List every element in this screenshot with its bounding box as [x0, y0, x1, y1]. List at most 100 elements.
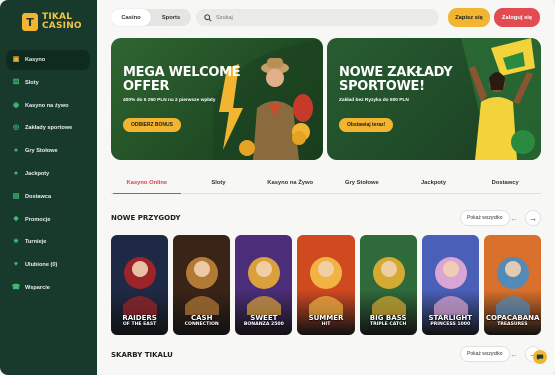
section-title-tikal-treasures: SKARBY TIKALU — [111, 351, 173, 359]
logo[interactable]: T TIKAL CASINO — [22, 13, 82, 31]
sidebar-item-label: Promocje — [25, 216, 51, 223]
sidebar-item-label: Kasyno — [25, 57, 46, 63]
logo-text: TIKAL CASINO — [42, 13, 82, 31]
search-input[interactable] — [216, 14, 416, 21]
sidebar: T TIKAL CASINO ▣ Kasyno ⚄ Sloty ◉ Kasyno na ż… — [0, 0, 97, 375]
sidebar-item-sloty[interactable]: ⚄ Sloty — [6, 73, 90, 93]
game-title-line2: CONNECTION — [184, 322, 219, 327]
sidebar-item-kasyno-na-żywo[interactable]: ◉ Kasyno na żywo — [6, 96, 90, 116]
banner-title: NOWE ZAKŁADY SPORTOWE! — [339, 66, 453, 94]
sidebar-item-label: Zakłady sportowe — [25, 125, 73, 132]
login-button[interactable]: Zaloguj się — [494, 8, 540, 27]
game-tile[interactable]: RAIDERS OF THE EAST — [111, 235, 169, 335]
show-all-button[interactable]: Pokaż wszystko — [460, 210, 510, 226]
game-tile[interactable]: BIG BASS TRIPLE CATCH — [359, 235, 417, 335]
sidebar-item-kasyno[interactable]: ▣ Kasyno — [6, 50, 90, 70]
heart-icon: ♥ — [13, 261, 19, 269]
category-tab[interactable]: Gry Stołowe — [326, 172, 398, 193]
toggle-casino-label: Casino — [121, 14, 141, 21]
game-title: BIG BASS TRIPLE CATCH — [362, 313, 415, 329]
banner-subtitle: Zakład bez Ryzyka do 500 PLN — [339, 98, 409, 103]
category-tab[interactable]: Sloty — [183, 172, 255, 193]
cards-icon: ♠ — [14, 147, 18, 155]
gift-icon: ❖ — [12, 215, 20, 223]
toggle-sports[interactable]: Sports — [151, 9, 191, 26]
game-title-line1: STARLIGHT — [428, 313, 473, 322]
next-arrow-button[interactable]: → — [525, 210, 541, 226]
live-icon: ◉ — [12, 101, 20, 109]
logo-line2: CASINO — [42, 21, 82, 31]
category-tab[interactable]: Kasyno na Żywo — [254, 172, 326, 193]
game-tile[interactable]: SUMMER HIT — [297, 235, 355, 335]
category-tab[interactable]: Dostawcy — [469, 172, 541, 193]
fan-illustration — [461, 38, 541, 160]
game-tile[interactable]: CASH CONNECTION — [173, 235, 231, 335]
banner-title-line2: SPORTOWE! — [339, 79, 425, 94]
sidebar-item-wsparcie[interactable]: ☎ Wsparcie — [6, 278, 90, 298]
sidebar-item-promocje[interactable]: ❖ Promocje — [6, 210, 90, 230]
prev-arrow-button[interactable]: ← — [506, 210, 522, 226]
chevron-left-icon: ← — [510, 213, 518, 223]
game-title-line1: SUMMER — [308, 313, 344, 322]
sidebar-item-label: Jackpoty — [25, 170, 50, 177]
game-title-line1: SWEET — [250, 313, 278, 322]
game-title: STARLIGHT PRINCESS 1000 — [424, 313, 477, 329]
ball-icon: ◎ — [12, 124, 20, 132]
sidebar-item-zakłady-sportowe[interactable]: ◎ Zakłady sportowe — [6, 118, 90, 138]
sidebar-item-label: Dostawca — [25, 193, 52, 200]
game-title: CASH CONNECTION — [175, 313, 228, 329]
game-title-line2: HIT — [321, 322, 331, 327]
game-title-line2: TREASURES — [497, 322, 528, 327]
sidebar-item-ulubione-0[interactable]: ♥ Ulubione (0) — [6, 255, 90, 275]
prev-arrow-button[interactable]: ← — [506, 346, 522, 362]
sidebar-item-jackpoty[interactable]: ● Jackpoty — [6, 164, 90, 184]
claim-bonus-button[interactable]: ODBIERZ BONUS — [123, 118, 181, 132]
chevron-left-icon: ← — [510, 349, 518, 359]
chevron-right-icon: → — [529, 213, 537, 223]
game-title: SWEET BONANZA 2500 — [237, 313, 290, 329]
category-tab[interactable]: Jackpoty — [398, 172, 470, 193]
sidebar-item-label: Sloty — [25, 79, 39, 86]
chat-icon — [536, 354, 544, 361]
search-bar[interactable] — [196, 9, 439, 26]
section-title-new-adventures: NOWE PRZYGODY — [111, 214, 181, 222]
casino-sports-toggle: Casino Sports — [111, 9, 191, 26]
toggle-casino[interactable]: Casino — [111, 9, 151, 26]
game-title-line2: TRIPLE CATCH — [369, 322, 407, 327]
game-title: COPACABANA TREASURES — [485, 313, 540, 329]
bet-now-button[interactable]: Obstawiaj teraz! — [339, 118, 394, 132]
toggle-sports-label: Sports — [161, 14, 181, 21]
game-title-line2: OF THE EAST — [122, 322, 157, 327]
register-button[interactable]: Zapisz się — [448, 8, 490, 27]
trophy-icon: ★ — [12, 238, 20, 246]
sidebar-item-label: Turnieje — [25, 239, 47, 246]
game-title-line1: BIG BASS — [369, 313, 407, 322]
game-title-line1: CASH — [190, 313, 213, 322]
chat-support-button[interactable] — [533, 350, 547, 364]
coins-icon: ● — [13, 169, 19, 177]
games-row: RAIDERS OF THE EAST CASH CONNECTION SWEET BON… — [111, 235, 541, 335]
game-title-line2: PRINCESS 1000 — [430, 322, 471, 327]
sidebar-item-dostawca[interactable]: ▤ Dostawca — [6, 187, 90, 207]
logo-mark: T — [22, 13, 38, 31]
sidebar-item-gry-stołowe[interactable]: ♠ Gry Stołowe — [6, 141, 90, 161]
app-frame: T TIKAL CASINO ▣ Kasyno ⚄ Sloty ◉ Kasyno na ż… — [0, 0, 555, 375]
game-tile[interactable]: SWEET BONANZA 2500 — [235, 235, 293, 335]
game-tile[interactable]: COPACABANA TREASURES — [483, 235, 541, 335]
category-tabs: Kasyno Online Sloty Kasyno na Żywo Gry Stoł… — [111, 172, 541, 194]
game-title-line2: BONANZA 2500 — [243, 322, 284, 327]
category-tab[interactable]: Kasyno Online — [111, 172, 183, 194]
game-title-line1: COPACABANA — [485, 313, 540, 322]
dice-icon: ⚄ — [12, 78, 20, 86]
show-all-button[interactable]: Pokaż wszystko — [460, 346, 510, 362]
sidebar-item-label: Wsparcie — [25, 284, 50, 291]
banner-title-line1: MEGA WELCOME — [123, 65, 241, 80]
sports-banner[interactable]: NOWE ZAKŁADY SPORTOWE! Zakład bez Ryzyka… — [327, 38, 541, 160]
provider-icon: ▤ — [12, 192, 20, 200]
game-title-line1: RAIDERS — [122, 313, 157, 322]
game-title: RAIDERS OF THE EAST — [113, 313, 166, 329]
sidebar-item-label: Gry Stołowe — [25, 148, 58, 155]
sidebar-item-turnieje[interactable]: ★ Turnieje — [6, 232, 90, 252]
game-tile[interactable]: STARLIGHT PRINCESS 1000 — [421, 235, 479, 335]
welcome-offer-banner[interactable]: MEGA WELCOME OFFER 400% do 6 250 PLN na … — [111, 38, 323, 160]
